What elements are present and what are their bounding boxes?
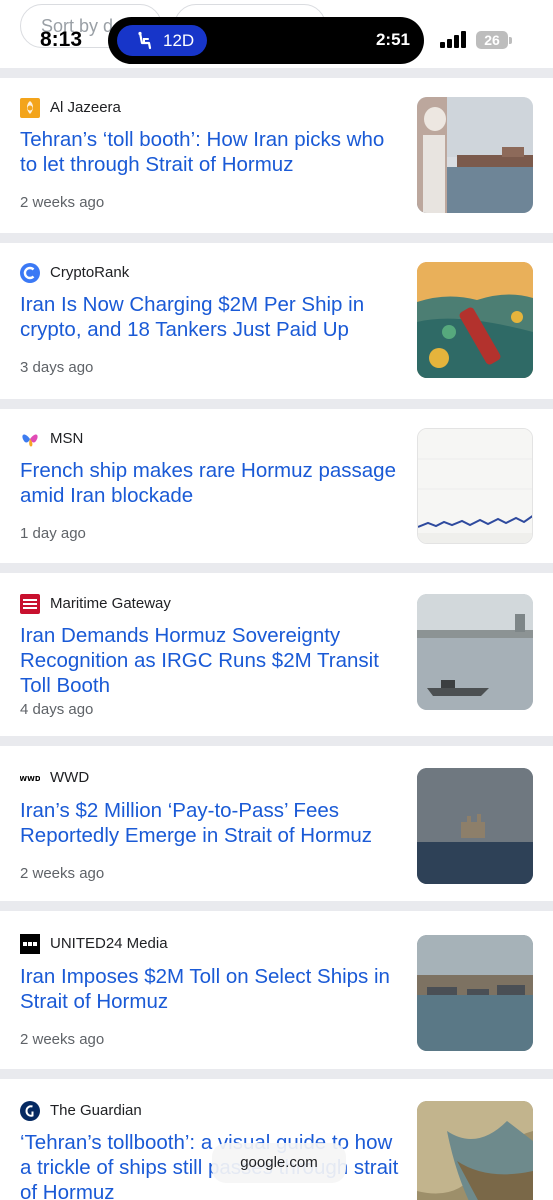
article-age: 3 days ago bbox=[20, 359, 94, 376]
article-age: 4 days ago bbox=[20, 701, 94, 718]
article-source: Maritime Gateway bbox=[50, 595, 171, 612]
wwd-logo-icon: WWD bbox=[20, 775, 40, 783]
live-activity-timer: 2:51 bbox=[375, 30, 410, 49]
maritime-gateway-logo-icon bbox=[20, 594, 40, 614]
article-source: The Guardian bbox=[50, 1102, 142, 1119]
svg-text:WWD: WWD bbox=[20, 775, 40, 783]
seat-number: 12D bbox=[163, 31, 195, 50]
al-jazeera-logo-icon bbox=[20, 98, 40, 118]
dynamic-island[interactable]: 12D 2:51 bbox=[108, 17, 424, 64]
article-age: 2 weeks ago bbox=[20, 194, 105, 211]
article-card[interactable]: WWD WWD Iran’s $2 Million ‘Pay-to-Pass’ … bbox=[0, 746, 553, 901]
battery-tip bbox=[509, 37, 512, 44]
article-thumbnail[interactable] bbox=[417, 594, 533, 710]
article-thumbnail[interactable] bbox=[417, 97, 533, 213]
article-age: 2 weeks ago bbox=[20, 865, 105, 882]
article-card[interactable]: Maritime Gateway Iran Demands Hormuz Sov… bbox=[0, 573, 553, 736]
article-age: 2 weeks ago bbox=[20, 1031, 105, 1048]
article-card[interactable]: MSN French ship makes rare Hormuz passag… bbox=[0, 409, 553, 563]
article-age: 1 day ago bbox=[20, 525, 86, 542]
united24-logo-icon bbox=[20, 934, 40, 954]
article-headline[interactable]: French ship makes rare Hormuz passage am… bbox=[20, 458, 400, 508]
article-headline[interactable]: Iran Demands Hormuz Sovereignty Recognit… bbox=[20, 623, 400, 698]
article-card[interactable]: UNITED24 Media Iran Imposes $2M Toll on … bbox=[0, 911, 553, 1069]
article-thumbnail[interactable] bbox=[417, 935, 533, 1051]
cellular-signal-icon bbox=[440, 30, 468, 48]
article-source: MSN bbox=[50, 430, 84, 447]
article-card[interactable]: CryptoRank Iran Is Now Charging $2M Per … bbox=[0, 243, 553, 399]
article-thumbnail[interactable] bbox=[417, 1101, 533, 1200]
address-bar-domain[interactable]: google.com bbox=[212, 1143, 346, 1183]
guardian-logo-icon bbox=[20, 1101, 40, 1121]
article-source: UNITED24 Media bbox=[50, 935, 168, 952]
article-headline[interactable]: Iran’s $2 Million ‘Pay-to-Pass’ Fees Rep… bbox=[20, 798, 400, 848]
flight-seat-pill: 12D bbox=[117, 25, 207, 56]
article-source: CryptoRank bbox=[50, 264, 130, 281]
article-thumbnail[interactable] bbox=[417, 262, 533, 378]
article-headline[interactable]: Iran Is Now Charging $2M Per Ship in cry… bbox=[20, 292, 400, 342]
article-thumbnail[interactable] bbox=[417, 428, 533, 544]
article-source: WWD bbox=[50, 769, 90, 786]
seat-icon bbox=[138, 31, 152, 50]
top-bar: Sort by d 8:13 12D 2:51 26 bbox=[0, 0, 553, 68]
article-headline[interactable]: Iran Imposes $2M Toll on Select Ships in… bbox=[20, 964, 400, 1014]
article-thumbnail[interactable] bbox=[417, 768, 533, 884]
article-card[interactable]: Al Jazeera Tehran’s ‘toll booth’: How Ir… bbox=[0, 78, 553, 233]
cryptorank-logo-icon bbox=[20, 263, 40, 283]
article-source: Al Jazeera bbox=[50, 99, 121, 116]
msn-logo-icon bbox=[22, 434, 38, 447]
status-time: 8:13 bbox=[40, 28, 83, 51]
article-headline[interactable]: Tehran’s ‘toll booth’: How Iran picks wh… bbox=[20, 127, 400, 177]
battery-icon: 26 bbox=[476, 31, 508, 49]
